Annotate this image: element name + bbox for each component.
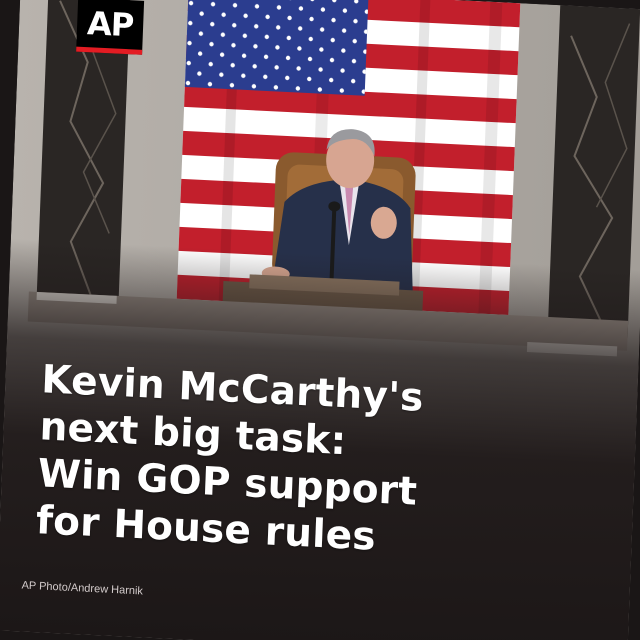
- headline: Kevin McCarthy's next big task: Win GOP …: [35, 356, 482, 565]
- post-image: AP Kevin McCarthy's next big task: Win G…: [0, 0, 640, 640]
- ap-logo: AP: [76, 0, 145, 55]
- image-card: AP Kevin McCarthy's next big task: Win G…: [0, 0, 640, 640]
